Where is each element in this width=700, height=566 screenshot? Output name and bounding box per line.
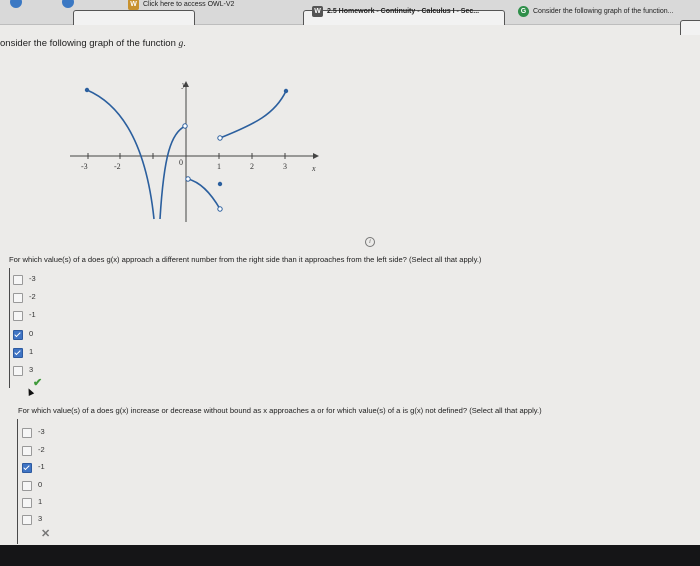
checkbox-checked[interactable] — [13, 348, 23, 358]
checkbox[interactable] — [22, 515, 32, 525]
endpoint-open — [217, 206, 223, 212]
y-axis-label: y — [181, 80, 186, 89]
checkbox[interactable] — [22, 446, 32, 456]
tab-homework[interactable]: W 2.5 Homework - Continuity - Calculus I … — [312, 1, 479, 25]
question-1-text: For which value(s) of a does g(x) approa… — [9, 255, 482, 264]
checkbox[interactable] — [13, 275, 23, 285]
browser-screen: W Click here to access OWL-V2 W 2.5 Homewo… — [0, 0, 700, 545]
curve-lower-branch — [187, 178, 221, 210]
w-icon: W — [312, 5, 323, 17]
tab-bar: W Click here to access OWL-V2 W 2.5 Homewo… — [0, 0, 700, 35]
incorrect-x-icon: ✕ — [41, 528, 51, 540]
tab-consider[interactable]: G Consider the following graph of the fun… — [518, 1, 673, 25]
monitor-bezel — [0, 545, 700, 566]
endpoint-open — [217, 135, 223, 141]
info-icon[interactable]: i — [365, 237, 375, 247]
x-axis-arrow — [313, 153, 319, 159]
prompt-text: onsider the following graph of the funct… — [0, 38, 186, 49]
checkbox[interactable] — [22, 428, 32, 438]
checkbox-checked[interactable] — [22, 463, 32, 473]
checkbox[interactable] — [13, 293, 23, 303]
browser-dot-icon — [10, 0, 22, 8]
endpoint-closed — [283, 88, 289, 94]
answer-group-1: -3 -2 -1 0 1 3 — [9, 268, 36, 388]
origin-label: 0 — [179, 158, 183, 167]
endpoint-closed — [84, 87, 90, 93]
correct-check-icon: ✔ — [33, 377, 43, 389]
checkbox[interactable] — [22, 481, 32, 491]
x-axis-label: x — [311, 164, 316, 173]
question-2-text: For which value(s) of a does g(x) increa… — [18, 406, 542, 415]
tick-label: 2 — [250, 162, 254, 171]
answer-group-2: -3 -2 -1 0 1 3 — [17, 419, 45, 544]
browser-dot-icon — [62, 0, 74, 8]
tick-label: 1 — [217, 162, 221, 171]
function-graph: y x 0 -3 -2 1 2 3 — [70, 80, 319, 222]
curve-right-branch — [219, 90, 287, 139]
tab-owl[interactable]: W Click here to access OWL-V2 — [128, 0, 234, 18]
owl-icon: W — [128, 0, 139, 10]
checkbox-checked[interactable] — [13, 330, 23, 340]
checkbox[interactable] — [22, 498, 32, 508]
curve-middle-branch — [159, 125, 186, 220]
tick-label: -3 — [81, 162, 88, 171]
g-icon: G — [518, 5, 529, 17]
endpoint-open — [182, 123, 188, 129]
endpoint-open — [185, 176, 191, 182]
tick-label: -2 — [114, 162, 121, 171]
checkbox[interactable] — [13, 311, 23, 321]
tab-outline — [680, 20, 700, 35]
tick-label: 3 — [283, 162, 287, 171]
checkbox[interactable] — [13, 366, 23, 376]
isolated-point — [217, 181, 223, 187]
